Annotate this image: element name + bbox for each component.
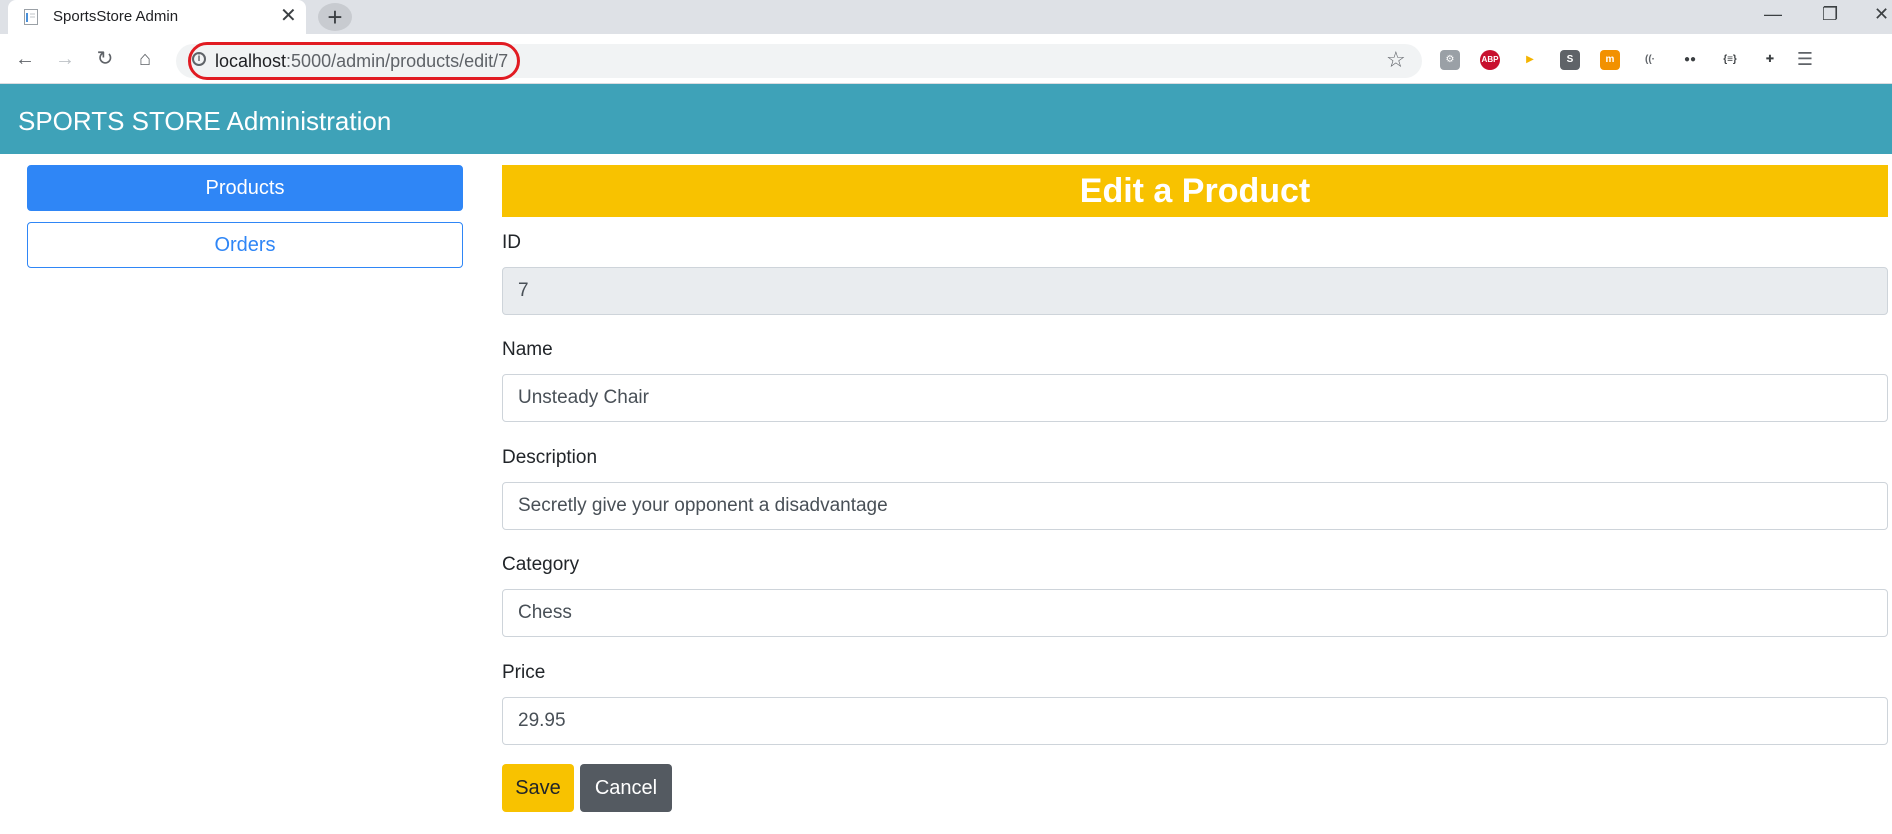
url-path: :5000/admin/products/edit/7 (286, 51, 509, 71)
restore-icon[interactable]: ❐ (1822, 4, 1838, 25)
app-title: SPORTS STORE Administration (18, 106, 392, 136)
category-field[interactable]: Chess (502, 589, 1888, 637)
browser-tab[interactable]: SportsStore Admin ✕ (8, 0, 306, 34)
puzzle-extension-icon[interactable]: ✚ (1760, 50, 1780, 70)
price-field[interactable]: 29.95 (502, 697, 1888, 745)
save-button[interactable]: Save (502, 764, 574, 812)
reload-icon[interactable]: ↻ (90, 44, 120, 74)
settings-extension-icon[interactable]: ⚙ (1440, 50, 1460, 70)
new-tab-button[interactable]: + (318, 3, 352, 31)
sidebar-item-orders[interactable]: Orders (27, 222, 463, 268)
page-title: Edit a Product (502, 165, 1888, 217)
close-window-icon[interactable]: ✕ (1874, 4, 1889, 25)
s-extension-icon[interactable]: S (1560, 50, 1580, 70)
minimize-icon[interactable]: — (1764, 4, 1782, 25)
name-field[interactable]: Unsteady Chair (502, 374, 1888, 422)
play-extension-icon[interactable]: ▶ (1520, 50, 1540, 70)
m-extension-icon[interactable]: m (1600, 50, 1620, 70)
description-label: Description (502, 447, 598, 468)
profile-avatar[interactable] (1832, 42, 1872, 76)
price-label: Price (502, 662, 546, 683)
browser-tabstrip: SportsStore Admin ✕ + — ❐ ✕ (0, 0, 1892, 34)
cancel-button[interactable]: Cancel (580, 764, 672, 812)
signal-extension-icon[interactable]: ((· (1640, 50, 1660, 70)
page-icon (24, 9, 38, 25)
sidebar-item-products[interactable]: Products (27, 165, 463, 211)
tab-close-icon[interactable]: ✕ (280, 5, 297, 27)
browser-toolbar: ← → ↻ ⌂ i localhost:5000/admin/products/… (0, 34, 1892, 84)
url-text[interactable]: localhost:5000/admin/products/edit/7 (215, 51, 508, 72)
site-info-icon[interactable]: i (192, 52, 206, 66)
url-host: localhost (215, 51, 287, 71)
id-field: 7 (502, 267, 1888, 315)
home-icon[interactable]: ⌂ (130, 44, 160, 74)
description-field[interactable]: Secretly give your opponent a disadvanta… (502, 482, 1888, 530)
tab-title: SportsStore Admin (53, 8, 179, 25)
app-header: SPORTS STORE Administration (0, 84, 1892, 154)
reading-list-icon[interactable]: ☰ (1790, 44, 1820, 74)
braces-extension-icon[interactable]: {≡} (1720, 50, 1740, 70)
bookmark-star-icon[interactable]: ☆ (1386, 47, 1406, 73)
id-label: ID (502, 232, 521, 253)
name-label: Name (502, 339, 553, 360)
adblock-plus-icon[interactable]: ABP (1480, 50, 1500, 70)
category-label: Category (502, 554, 580, 575)
dots-extension-icon[interactable]: ●● (1680, 50, 1700, 70)
forward-icon[interactable]: → (50, 44, 80, 74)
back-icon[interactable]: ← (10, 44, 40, 74)
